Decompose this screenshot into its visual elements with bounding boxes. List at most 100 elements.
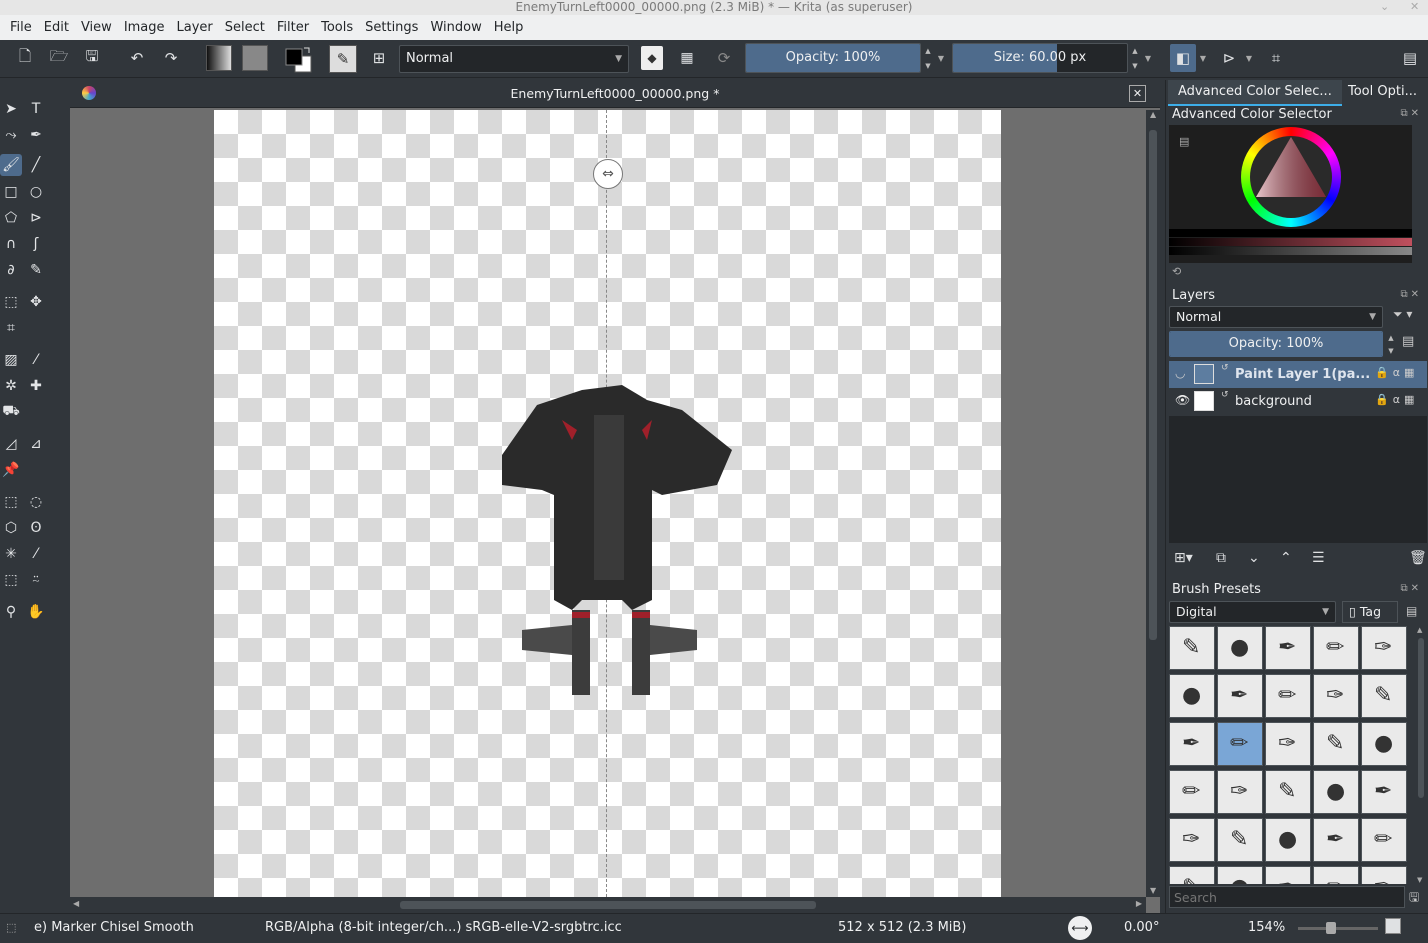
freehand-path-tool-icon[interactable]: ʃ bbox=[25, 233, 47, 255]
opacity-slider[interactable]: Opacity: 100% bbox=[745, 43, 921, 73]
minimize-icon[interactable]: ⌄ bbox=[1380, 0, 1389, 14]
workspace-chooser-icon[interactable]: ▤ bbox=[1398, 46, 1422, 70]
elliptical-selection-tool-icon[interactable]: ◌ bbox=[25, 491, 47, 513]
brush-preset-thumbnail[interactable]: ✏ bbox=[1361, 818, 1407, 862]
zoom-tool-icon[interactable]: ⚲ bbox=[0, 601, 22, 623]
edit-shapes-tool-icon[interactable]: ⤳ bbox=[0, 124, 22, 146]
brush-preset-thumbnail[interactable]: ✑ bbox=[1361, 866, 1407, 884]
multibrush-tool-icon[interactable]: ✎ bbox=[25, 259, 47, 281]
colorize-mask-tool-icon[interactable]: ✲ bbox=[0, 375, 22, 397]
color-selector-menu-icon[interactable]: ▤ bbox=[1179, 135, 1189, 148]
menu-view[interactable]: View bbox=[75, 15, 118, 40]
tab-tool-options[interactable]: Tool Opti... bbox=[1338, 80, 1427, 106]
pattern-preset-button[interactable] bbox=[242, 45, 268, 71]
document-tab[interactable]: EnemyTurnLeft0000_00000.png * ✕ bbox=[70, 80, 1160, 108]
scroll-up-icon[interactable]: ▲ bbox=[1150, 110, 1156, 119]
horizontal-scrollbar[interactable]: ◀ ▶ bbox=[70, 897, 1146, 913]
magnetic-selection-tool-icon[interactable]: ⍨ bbox=[25, 569, 47, 591]
gradient-preset-button[interactable] bbox=[206, 45, 232, 71]
brush-preset-thumbnail[interactable]: ● bbox=[1217, 626, 1263, 670]
vertical-scrollbar[interactable]: ▲ ▼ bbox=[1146, 110, 1160, 897]
menu-layer[interactable]: Layer bbox=[171, 15, 219, 40]
brush-preset-thumbnail[interactable]: ✒ bbox=[1265, 626, 1311, 670]
smart-patch-tool-icon[interactable]: ✚ bbox=[25, 375, 47, 397]
ellipse-tool-icon[interactable]: ○ bbox=[25, 181, 47, 203]
measure-tool-icon[interactable]: ◿ bbox=[0, 433, 22, 455]
duplicate-layer-icon[interactable]: ⧉ bbox=[1216, 550, 1226, 566]
layer-properties-icon[interactable]: ☰ bbox=[1312, 550, 1325, 566]
size-slider[interactable]: Size: 60.00 px bbox=[952, 43, 1128, 73]
docker-controls-icon[interactable]: ⧉✕ bbox=[1400, 583, 1422, 594]
menu-edit[interactable]: Edit bbox=[38, 15, 75, 40]
save-icon[interactable]: 🖫 bbox=[81, 46, 103, 70]
rectangle-tool-icon[interactable]: □ bbox=[0, 181, 22, 203]
zoom-slider-handle[interactable] bbox=[1326, 922, 1336, 934]
new-document-icon[interactable]: 🗋 bbox=[14, 46, 36, 70]
brush-preset-thumbnail[interactable]: ✒ bbox=[1313, 818, 1359, 862]
layer-opacity-spin[interactable]: ▲ ▼ bbox=[1385, 331, 1397, 357]
gradient-tool-icon[interactable]: ▨ bbox=[0, 349, 22, 371]
brush-preset-thumbnail[interactable]: ● bbox=[1361, 722, 1407, 766]
brush-grid-scrollbar[interactable]: ▲ ▼ bbox=[1416, 626, 1426, 884]
menu-select[interactable]: Select bbox=[219, 15, 271, 40]
brush-preset-thumbnail[interactable]: ● bbox=[1217, 866, 1263, 884]
layer-hidden-icon[interactable]: ◡ bbox=[1175, 366, 1185, 380]
brush-preset-thumbnail[interactable]: ✏ bbox=[1169, 770, 1215, 814]
brush-preset-thumbnail[interactable]: ✑ bbox=[1169, 818, 1215, 862]
move-layer-down-icon[interactable]: ⌄ bbox=[1248, 550, 1260, 566]
text-tool-icon[interactable]: T bbox=[25, 98, 47, 120]
chevron-down-icon[interactable]: ▼ bbox=[1244, 50, 1254, 66]
docker-controls-icon[interactable]: ⧉✕ bbox=[1400, 289, 1422, 300]
polygon-tool-icon[interactable]: ⬠ bbox=[0, 207, 22, 229]
layer-visible-icon[interactable]: 👁 bbox=[1175, 393, 1190, 407]
size-spin[interactable]: ▲ ▼ bbox=[1129, 43, 1141, 73]
select-shapes-tool-icon[interactable]: ➤ bbox=[0, 98, 22, 120]
color-shade-bar[interactable] bbox=[1169, 247, 1412, 255]
mirror-horizontal-icon[interactable]: ◧ bbox=[1170, 44, 1196, 72]
layer-row[interactable]: 👁 ↺ background 🔒α▦ bbox=[1169, 388, 1427, 415]
open-document-icon[interactable]: 🗁 bbox=[48, 46, 70, 70]
menu-settings[interactable]: Settings bbox=[359, 15, 424, 40]
chevron-down-icon[interactable]: ▼ bbox=[1198, 50, 1208, 66]
zoom-slider-track[interactable] bbox=[1298, 927, 1378, 930]
menu-window[interactable]: Window bbox=[424, 15, 487, 40]
brush-preset-thumbnail[interactable]: ✎ bbox=[1265, 770, 1311, 814]
delete-layer-icon[interactable]: 🗑 bbox=[1409, 550, 1427, 566]
rectangular-selection-tool-icon[interactable]: ⬚ bbox=[0, 491, 22, 513]
brush-preset-thumbnail[interactable]: ✏ bbox=[1313, 626, 1359, 670]
color-selector-widget[interactable]: ▤ bbox=[1169, 125, 1412, 263]
selection-mode-icon[interactable]: ⬚ bbox=[6, 914, 16, 942]
brush-preset-thumbnail[interactable]: ● bbox=[1313, 770, 1359, 814]
foreground-background-color-button[interactable] bbox=[284, 45, 314, 75]
color-sampler-tool-icon[interactable]: ⁄ bbox=[25, 349, 47, 371]
opacity-spin[interactable]: ▲ ▼ bbox=[922, 43, 934, 73]
undo-icon[interactable]: ↶ bbox=[126, 46, 148, 70]
bezier-selection-tool-icon[interactable]: ⬚ bbox=[0, 569, 22, 591]
hue-ring[interactable] bbox=[1241, 127, 1341, 227]
brush-preset-thumbnail[interactable]: ● bbox=[1169, 674, 1215, 718]
menu-help[interactable]: Help bbox=[488, 15, 530, 40]
color-shade-bar[interactable] bbox=[1169, 229, 1412, 237]
layer-opacity-slider[interactable]: Opacity: 100% bbox=[1169, 331, 1383, 357]
freehand-selection-tool-icon[interactable]: ʘ bbox=[25, 517, 47, 539]
menu-tools[interactable]: Tools bbox=[315, 15, 359, 40]
polyline-tool-icon[interactable]: ⊳ bbox=[25, 207, 47, 229]
scroll-left-icon[interactable]: ◀ bbox=[73, 899, 79, 908]
close-document-icon[interactable]: ✕ bbox=[1129, 85, 1146, 102]
tab-advanced-color-selector[interactable]: Advanced Color Selec... bbox=[1168, 80, 1342, 106]
brush-preset-thumbnail[interactable]: ✏ bbox=[1313, 866, 1359, 884]
brush-settings-icon[interactable]: ⊞ bbox=[367, 46, 391, 70]
layer-filter-icon[interactable]: ⏷ ▾ bbox=[1393, 307, 1412, 322]
brush-preset-thumbnail[interactable]: ✒ bbox=[1217, 674, 1263, 718]
menu-filter[interactable]: Filter bbox=[271, 15, 315, 40]
layer-lock-alpha-icon[interactable]: 🔒α▦ bbox=[1375, 393, 1418, 406]
color-shade-bar[interactable] bbox=[1169, 238, 1412, 246]
color-history-icon[interactable]: ⟲ bbox=[1172, 265, 1181, 278]
move-layer-up-icon[interactable]: ⌃ bbox=[1280, 550, 1292, 566]
brush-preset-thumbnail[interactable]: ✑ bbox=[1361, 626, 1407, 670]
crop-tool-icon[interactable]: ⌗ bbox=[0, 317, 22, 339]
alpha-lock-icon[interactable]: ▦ bbox=[676, 46, 698, 70]
chevron-down-icon[interactable]: ▼ bbox=[936, 50, 946, 66]
brush-search-input[interactable] bbox=[1169, 886, 1405, 908]
brush-preset-thumbnail[interactable]: ✒ bbox=[1265, 866, 1311, 884]
